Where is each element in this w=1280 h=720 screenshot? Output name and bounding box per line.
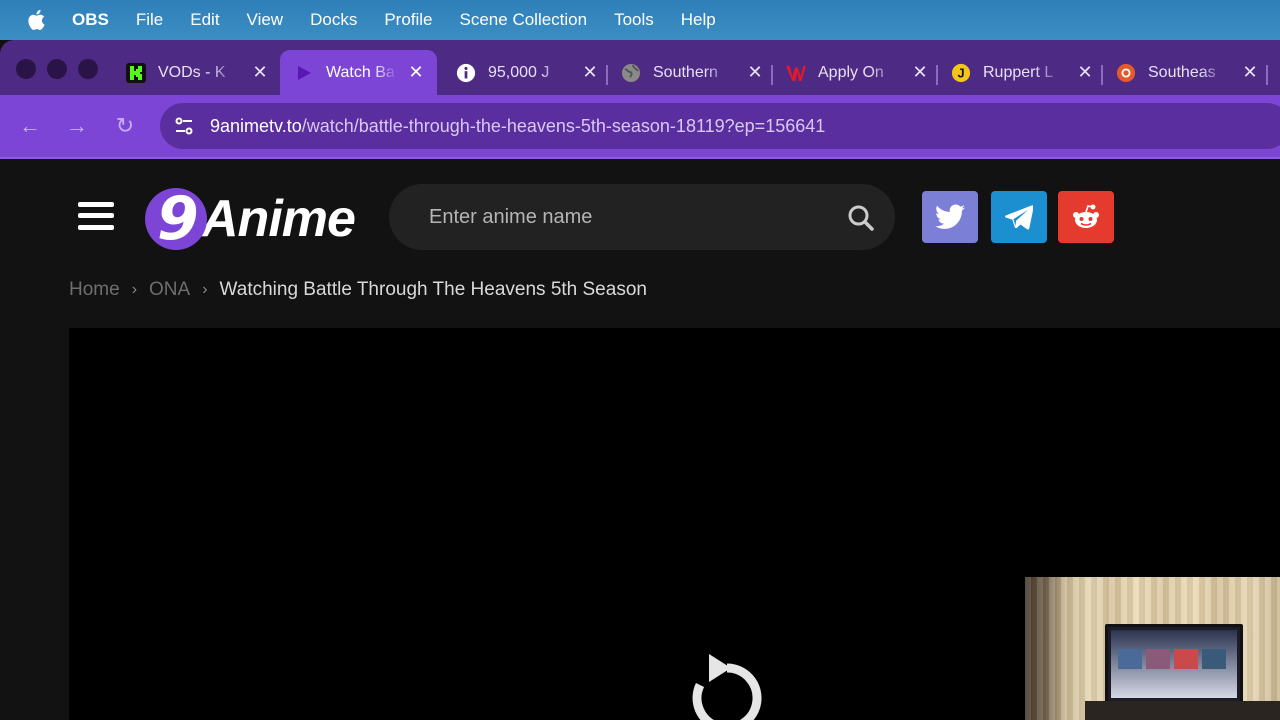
- hamburger-menu-icon[interactable]: [78, 200, 114, 232]
- tab-title: Southeas: [1148, 63, 1216, 81]
- info-icon: [456, 63, 476, 83]
- tab-apply[interactable]: Apply On ✕: [772, 50, 928, 95]
- url-text[interactable]: 9animetv.to/watch/battle-through-the-hea…: [210, 116, 825, 137]
- tab-title: Apply On: [818, 63, 884, 81]
- reload-icon[interactable]: ↻: [113, 114, 137, 138]
- logo-number: 9: [157, 184, 199, 254]
- menu-edit[interactable]: Edit: [190, 10, 219, 30]
- breadcrumb-category[interactable]: ONA: [149, 279, 190, 301]
- tab-title: Ruppert L: [983, 63, 1054, 81]
- menu-file[interactable]: File: [136, 10, 163, 30]
- minimize-window-button[interactable]: [47, 59, 67, 79]
- j-icon: J: [951, 63, 971, 83]
- close-tab-icon[interactable]: ✕: [582, 62, 598, 83]
- tv-stand: [1085, 701, 1280, 720]
- twitter-share-button[interactable]: [922, 191, 978, 243]
- close-tab-icon[interactable]: ✕: [252, 62, 268, 83]
- w-icon: [786, 63, 806, 83]
- tv-tile: [1174, 649, 1198, 669]
- svg-text:J: J: [957, 65, 964, 80]
- reddit-share-button[interactable]: [1058, 191, 1114, 243]
- chevron-right-icon: ›: [202, 281, 208, 298]
- menu-tools[interactable]: Tools: [614, 10, 654, 30]
- zoom-window-button[interactable]: [78, 59, 98, 79]
- close-tab-icon[interactable]: ✕: [747, 62, 763, 83]
- breadcrumb-current: Watching Battle Through The Heavens 5th …: [219, 279, 647, 300]
- site-logo[interactable]: 9 Anime: [145, 184, 380, 254]
- menu-app-name[interactable]: OBS: [72, 10, 109, 30]
- tab-title: Watch Ba: [326, 63, 395, 81]
- search-icon[interactable]: [847, 204, 875, 232]
- menu-scene-collection[interactable]: Scene Collection: [460, 10, 588, 30]
- tab-title: VODs - K: [158, 63, 226, 81]
- tab-vods[interactable]: VODs - K ✕: [112, 50, 268, 95]
- window-controls: [16, 59, 98, 79]
- telegram-share-button[interactable]: [991, 191, 1047, 243]
- tab-southern[interactable]: Southern ✕: [607, 50, 763, 95]
- chevron-right-icon: ›: [131, 281, 138, 298]
- globe-icon: [621, 63, 641, 83]
- webcam-overlay: [1025, 577, 1280, 720]
- kick-icon: [126, 62, 146, 83]
- logo-badge: 9: [145, 184, 207, 254]
- tab-info[interactable]: 95,000 J ✕: [442, 50, 598, 95]
- tv-tile: [1146, 649, 1170, 669]
- tv-tile: [1118, 649, 1142, 669]
- macos-menu-bar: OBS File Edit View Docks Profile Scene C…: [0, 0, 1280, 40]
- tab-separator: [1266, 65, 1268, 85]
- browser-toolbar: ← → ↻ 9animetv.to/watch/battle-through-t…: [0, 95, 1280, 157]
- tv-image: [1105, 624, 1243, 704]
- tab-watch[interactable]: Watch Ba ✕: [280, 50, 437, 95]
- url-host: 9animetv.to: [210, 115, 302, 136]
- search-input[interactable]: [429, 202, 829, 232]
- telegram-icon: [1005, 205, 1033, 230]
- tab-title: Southern: [653, 63, 718, 81]
- lifebuoy-icon: [1116, 63, 1136, 83]
- site-settings-icon[interactable]: [172, 114, 196, 138]
- url-path: /watch/battle-through-the-heavens-5th-se…: [301, 115, 826, 136]
- close-tab-icon[interactable]: ✕: [408, 62, 424, 83]
- tab-title: 95,000 J: [488, 63, 550, 81]
- tab-southeast[interactable]: Southeas ✕: [1102, 50, 1258, 95]
- forward-arrow-icon[interactable]: →: [65, 114, 89, 138]
- menu-docks[interactable]: Docks: [310, 10, 357, 30]
- close-tab-icon[interactable]: ✕: [912, 62, 928, 83]
- twitter-icon: [935, 204, 965, 229]
- back-arrow-icon[interactable]: ←: [18, 114, 42, 138]
- play-icon: [294, 63, 314, 83]
- address-bar[interactable]: 9animetv.to/watch/battle-through-the-hea…: [160, 103, 1280, 149]
- breadcrumb: Home › ONA › Watching Battle Through The…: [69, 279, 647, 301]
- close-window-button[interactable]: [16, 59, 36, 79]
- breadcrumb-home[interactable]: Home: [69, 279, 120, 301]
- menu-help[interactable]: Help: [681, 10, 716, 30]
- logo-word: Anime: [201, 190, 356, 248]
- apple-icon[interactable]: [26, 9, 50, 31]
- reddit-icon: [1073, 204, 1099, 228]
- close-tab-icon[interactable]: ✕: [1077, 62, 1093, 83]
- close-tab-icon[interactable]: ✕: [1242, 62, 1258, 83]
- tab-strip: VODs - K ✕ Watch Ba ✕ 95,000 J ✕ Souther…: [0, 40, 1280, 95]
- search-box: [389, 184, 895, 250]
- replay-icon[interactable]: [687, 646, 767, 720]
- menu-view[interactable]: View: [247, 10, 284, 30]
- tv-tile: [1202, 649, 1226, 669]
- menu-profile[interactable]: Profile: [384, 10, 432, 30]
- tab-ruppert[interactable]: J Ruppert L ✕: [937, 50, 1093, 95]
